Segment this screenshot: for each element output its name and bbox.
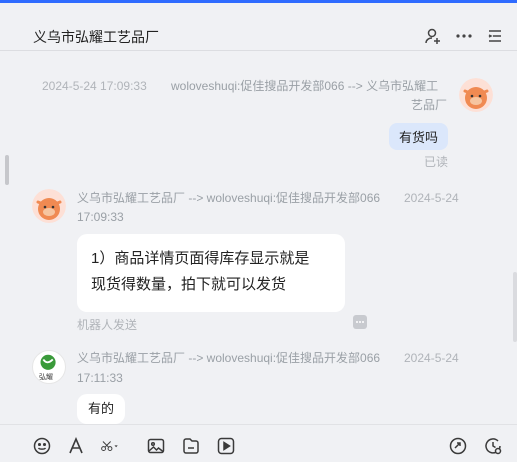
chat-header: 义乌市弘耀工艺品厂 (0, 3, 517, 51)
emoji-icon[interactable] (33, 437, 51, 455)
message-date: 2024-5-24 (404, 351, 459, 365)
add-contact-icon[interactable] (424, 27, 442, 45)
avatar-label: 弘耀 (39, 374, 53, 381)
chat-message-list[interactable]: 2024-5-24 17:09:33 woloveshuqi:促佳搜品开发部06… (0, 52, 517, 424)
message-time: 17:11:33 (77, 371, 123, 385)
message-route-cont: 艺品厂 (411, 98, 448, 112)
message-text-line: 现货得数量，拍下就可以发货 (91, 276, 287, 293)
message-bubble[interactable]: 有的 (77, 394, 126, 424)
message-text-line: 1）商品详情页面得库存显示就是 (91, 250, 310, 267)
scrollbar-thumb[interactable] (5, 155, 9, 185)
message-time: 17:09:33 (77, 210, 124, 224)
chat-title: 义乌市弘耀工艺品厂 (33, 29, 159, 45)
message-route: 义乌市弘耀工艺品厂 --> woloveshuqi:促佳搜品开发部066 (77, 191, 381, 205)
input-toolbar (0, 424, 517, 462)
message-timestamp: 2024-5-24 17:09:33 (42, 79, 147, 93)
history-icon[interactable] (484, 437, 502, 455)
file-icon[interactable] (182, 437, 200, 455)
avatar[interactable]: 弘耀 (32, 350, 66, 384)
avatar[interactable] (459, 78, 493, 112)
scissors-icon[interactable] (101, 437, 129, 455)
message-route: 义乌市弘耀工艺品厂 --> woloveshuqi:促佳搜品开发部066 (77, 351, 381, 365)
image-icon[interactable] (147, 437, 165, 455)
message-bubble[interactable]: 1）商品详情页面得库存显示就是 现货得数量，拍下就可以发货 (77, 234, 345, 312)
bot-sent-note: 机器人发送 (77, 318, 138, 332)
avatar[interactable] (32, 189, 66, 223)
message-route: woloveshuqi:促佳搜品开发部066 --> 义乌市弘耀工 (171, 79, 439, 93)
read-status: 已读 (424, 155, 449, 169)
message-bubble[interactable]: 有货吗 (389, 123, 449, 150)
video-icon[interactable] (217, 437, 235, 455)
more-options-icon[interactable] (353, 315, 367, 329)
quick-reply-icon[interactable] (449, 437, 467, 455)
message-date: 2024-5-24 (404, 191, 459, 205)
font-icon[interactable] (67, 437, 85, 455)
more-icon[interactable] (455, 27, 473, 45)
scrollbar-right[interactable] (513, 272, 517, 342)
list-icon[interactable] (486, 27, 504, 45)
